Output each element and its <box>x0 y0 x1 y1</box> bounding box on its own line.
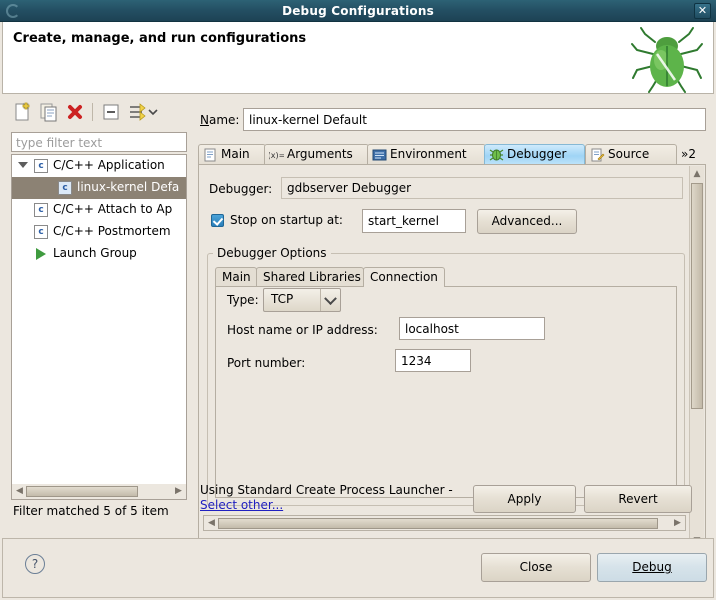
advanced-button[interactable]: Advanced... <box>477 209 577 234</box>
c-file-icon: c <box>34 159 48 173</box>
revert-button[interactable]: Revert <box>584 485 692 513</box>
debugger-options-title: Debugger Options <box>213 246 331 260</box>
new-configuration-icon[interactable] <box>12 101 34 123</box>
host-input[interactable] <box>399 317 545 340</box>
scroll-thumb[interactable] <box>218 518 658 529</box>
launcher-prefix: Using Standard Create Process Launcher - <box>200 483 453 497</box>
inner-tab-shared-libraries[interactable]: Shared Libraries <box>256 267 364 287</box>
scroll-up-icon[interactable]: ▲ <box>691 167 703 181</box>
port-label: Port number: <box>227 356 306 370</box>
dialog-footer: ? Close Debug <box>2 538 714 598</box>
debug-button[interactable]: Debug <box>597 553 707 582</box>
tree-item-label: Launch Group <box>53 246 137 260</box>
svg-text:(x)=: (x)= <box>269 151 284 160</box>
scroll-right-icon[interactable]: ▶ <box>173 485 184 497</box>
toolbar-separator <box>92 103 93 121</box>
apply-button[interactable]: Apply <box>473 485 576 513</box>
tree-item-label: C/C++ Application <box>53 158 165 172</box>
tree-item-launch-group[interactable]: Launch Group <box>12 243 186 265</box>
filter-placeholder: type filter text <box>16 136 103 150</box>
type-label: Type: <box>227 293 259 307</box>
port-input[interactable] <box>395 349 471 372</box>
tab-debugger[interactable]: Debugger <box>484 144 585 165</box>
stop-on-startup-checkbox[interactable] <box>211 214 224 227</box>
debugger-icon <box>489 149 504 161</box>
tree-horizontal-scrollbar[interactable]: ◀ ▶ <box>11 484 187 500</box>
tab-label: Main <box>221 147 250 161</box>
configuration-editor: Name: Main (x)= Arguments Environment De… <box>196 104 708 549</box>
window-title: Debug Configurations <box>282 4 434 18</box>
duplicate-configuration-icon[interactable] <box>38 101 60 123</box>
panel-horizontal-scrollbar[interactable]: ◀ ▶ <box>203 515 686 531</box>
scroll-left-icon[interactable]: ◀ <box>206 517 217 529</box>
tab-label: Arguments <box>287 147 353 161</box>
tree-item-label: C/C++ Postmortem <box>53 224 171 238</box>
tab-label: Source <box>608 147 650 161</box>
page-title: Create, manage, and run configurations <box>13 31 307 46</box>
connection-type-value: TCP <box>271 292 294 306</box>
name-label: Name: <box>200 113 240 127</box>
stop-on-startup-label: Stop on startup at: <box>230 213 343 227</box>
filter-input[interactable]: type filter text <box>11 132 187 152</box>
arguments-icon: (x)= <box>269 151 284 160</box>
stop-on-startup-input[interactable] <box>362 209 466 233</box>
tree-item-c-attach-to-application[interactable]: c C/C++ Attach to Ap <box>12 199 186 221</box>
tab-label: Environment <box>390 147 467 161</box>
debugger-value[interactable]: gdbserver Debugger <box>281 177 683 199</box>
inner-tab-connection[interactable]: Connection <box>363 267 445 287</box>
tab-environment[interactable]: Environment <box>367 144 486 165</box>
scroll-thumb[interactable] <box>691 183 703 409</box>
collapse-all-icon[interactable] <box>100 101 122 123</box>
help-icon[interactable]: ? <box>25 554 45 574</box>
close-icon[interactable]: ✕ <box>694 3 711 19</box>
c-file-icon: c <box>34 225 48 239</box>
configurations-panel: type filter text c C/C++ Application c l… <box>8 98 190 530</box>
debug-configurations-dialog: Debug Configurations ✕ Create, manage, a… <box>0 0 716 600</box>
host-label: Host name or IP address: <box>227 323 378 337</box>
filter-status: Filter matched 5 of 5 item <box>13 504 169 518</box>
tab-overflow-button[interactable]: »2 <box>681 144 703 165</box>
configurations-toolbar <box>8 98 190 126</box>
tab-label: Debugger <box>507 147 567 161</box>
chevron-down-icon[interactable] <box>320 289 340 311</box>
launcher-info: Using Standard Create Process Launcher -… <box>200 483 480 513</box>
tree-item-c-postmortem[interactable]: c C/C++ Postmortem <box>12 221 186 243</box>
source-icon <box>591 148 605 162</box>
bug-icon <box>631 27 703 93</box>
close-button[interactable]: Close <box>481 553 591 582</box>
debug-button-label: Debug <box>632 560 672 574</box>
tree-item-c-application[interactable]: c C/C++ Application <box>12 155 186 177</box>
window-titlebar: Debug Configurations ✕ <box>0 0 716 22</box>
name-row: Name: <box>196 108 708 132</box>
tree-item-label: linux-kernel Defa <box>77 180 180 194</box>
launch-group-icon <box>36 248 46 260</box>
scroll-left-icon[interactable]: ◀ <box>14 485 25 497</box>
tab-main[interactable]: Main <box>198 144 266 165</box>
connection-type-select[interactable]: TCP <box>263 288 341 312</box>
tab-source[interactable]: Source <box>585 144 677 165</box>
scroll-right-icon[interactable]: ▶ <box>672 517 683 529</box>
document-icon <box>204 148 216 162</box>
tree-item-linux-kernel-default[interactable]: c linux-kernel Defa <box>12 177 186 199</box>
dialog-header: Create, manage, and run configurations <box>2 22 714 94</box>
environment-icon <box>372 149 387 161</box>
name-input[interactable] <box>243 108 706 131</box>
filter-configurations-icon[interactable] <box>126 101 160 123</box>
tab-arguments[interactable]: (x)= Arguments <box>264 144 369 165</box>
select-other-link[interactable]: Select other... <box>200 498 283 512</box>
scroll-thumb[interactable] <box>26 486 138 497</box>
tab-bar: Main (x)= Arguments Environment Debugger… <box>198 144 706 165</box>
chevron-down-icon[interactable] <box>18 162 28 168</box>
inner-tab-main[interactable]: Main <box>215 267 257 287</box>
c-file-icon: c <box>34 203 48 217</box>
delete-configuration-icon[interactable] <box>64 101 86 123</box>
c-file-icon: c <box>58 181 72 195</box>
debugger-label: Debugger: <box>209 182 273 196</box>
configurations-tree[interactable]: c C/C++ Application c linux-kernel Defa … <box>11 154 187 484</box>
tree-item-label: C/C++ Attach to Ap <box>53 202 173 216</box>
